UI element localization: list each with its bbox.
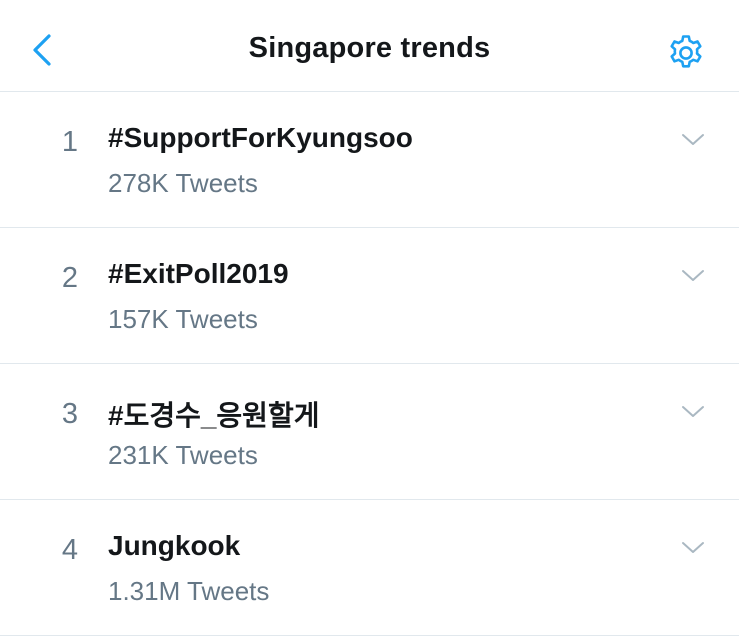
- trend-tweet-count: 1.31M Tweets: [108, 576, 270, 606]
- trend-name: #도경수_응원할게: [108, 400, 320, 431]
- trend-name: #SupportForKyungsoo: [108, 122, 413, 153]
- trend-rank: 3: [61, 398, 79, 430]
- trend-name: Jungkook: [108, 530, 241, 561]
- header-bar: Singapore trends: [0, 0, 739, 92]
- page-title: Singapore trends: [248, 32, 491, 64]
- chevron-down-icon[interactable]: [681, 128, 705, 152]
- trend-rank: 2: [61, 262, 79, 294]
- trend-tweet-count: 278K Tweets: [108, 168, 258, 198]
- trend-item[interactable]: 3 #도경수_응원할게 231K Tweets: [0, 364, 739, 500]
- trend-rank: 1: [61, 126, 79, 158]
- trend-tweet-count: 231K Tweets: [108, 440, 258, 470]
- chevron-down-icon[interactable]: [681, 400, 705, 424]
- trend-item[interactable]: 4 Jungkook 1.31M Tweets: [0, 500, 739, 636]
- chevron-down-icon[interactable]: [681, 536, 705, 560]
- chevron-down-icon[interactable]: [681, 264, 705, 288]
- trend-item[interactable]: 2 #ExitPoll2019 157K Tweets: [0, 228, 739, 364]
- settings-button[interactable]: [665, 32, 707, 74]
- trend-rank: 4: [61, 534, 79, 566]
- trend-tweet-count: 157K Tweets: [108, 304, 258, 334]
- gear-icon: [670, 35, 702, 68]
- trend-item[interactable]: 1 #SupportForKyungsoo 278K Tweets: [0, 92, 739, 228]
- trends-screen: Singapore trends 1 #SupportForKyungsoo 2…: [0, 0, 739, 642]
- trend-name: #ExitPoll2019: [108, 258, 289, 289]
